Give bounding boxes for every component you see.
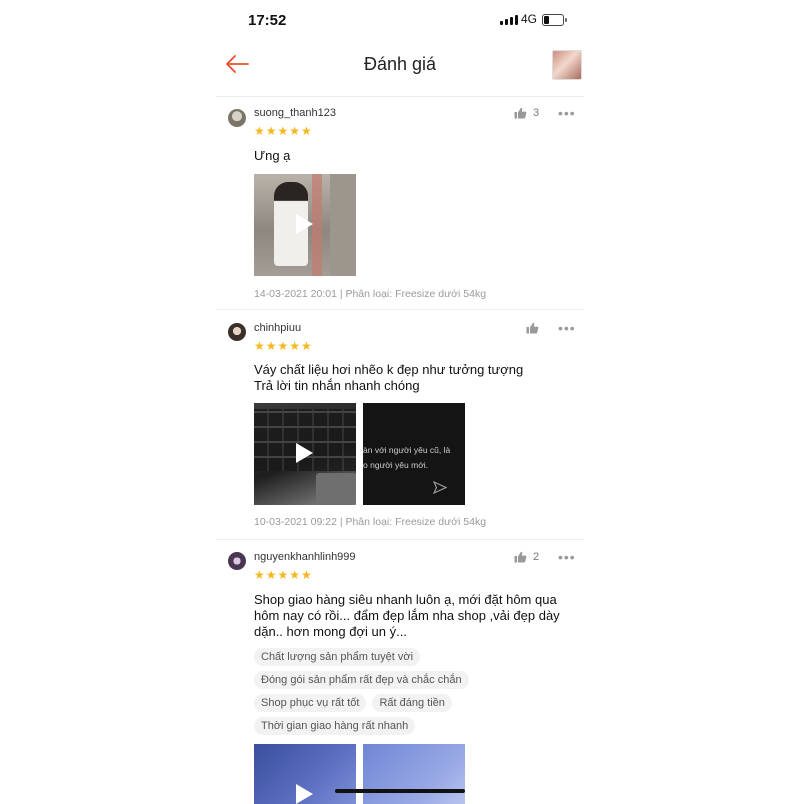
review-image[interactable]: àn với người yêu cũ, là o người yêu mới. (363, 403, 465, 505)
review-text: Váy chất liệu hơi nhẽo k đẹp như tưởng t… (254, 362, 572, 394)
battery-icon (542, 14, 567, 26)
thumbs-up-icon (514, 107, 527, 119)
thumbs-up-icon (514, 551, 527, 563)
product-thumbnail[interactable] (552, 50, 582, 80)
review-username[interactable]: suong_thanh123 (254, 107, 336, 119)
review-username[interactable]: chinhpiuu (254, 322, 301, 334)
review-text: Shop giao hàng siêu nhanh luôn ạ, mới đặ… (254, 592, 572, 640)
play-icon (296, 443, 313, 463)
review-video[interactable] (254, 744, 356, 804)
more-options-icon[interactable]: ••• (558, 105, 576, 121)
review-meta: 10-03-2021 09:22 | Phân loại: Freesize d… (254, 516, 487, 528)
page-title: Đánh giá (363, 54, 437, 74)
avatar[interactable] (228, 552, 246, 570)
review-text-line: Trả lời tin nhắn nhanh chóng (254, 378, 420, 393)
thumbs-up-icon (526, 322, 539, 334)
home-indicator (335, 789, 465, 793)
review-tag: Thời gian giao hàng rất nhanh (254, 717, 416, 735)
review-item: chinhpiuu ••• ★★★★★ Váy chất liệu hơi nh… (216, 310, 584, 540)
play-icon (296, 214, 313, 234)
review-username[interactable]: nguyenkhanhlinh999 (254, 551, 356, 563)
review-tag: Chất lượng sản phẩm tuyệt vời (254, 648, 421, 666)
avatar[interactable] (228, 323, 246, 341)
phone-screen: 17:52 4G Đánh giá suong_thanh123 3 ••• ★… (216, 0, 584, 804)
review-tag: Shop phục vụ rất tốt (254, 694, 367, 712)
review-image[interactable] (363, 744, 465, 804)
review-text-line: hôm nay có rồi... đẩm đẹp lắm nha shop ,… (254, 608, 560, 623)
status-time: 17:52 (248, 12, 287, 29)
like-button[interactable]: 2 (514, 551, 539, 563)
rating-stars: ★★★★★ (254, 124, 313, 138)
status-bar: 17:52 4G (216, 0, 584, 40)
review-text: Ưng ạ (254, 148, 291, 163)
review-text-line: Váy chất liệu hơi nhẽo k đẹp như tưởng t… (254, 362, 524, 377)
network-type: 4G (521, 12, 538, 26)
review-text-line: dặn.. hơn mong đợi un ý... (254, 624, 407, 639)
header: Đánh giá (216, 44, 584, 97)
more-options-icon[interactable]: ••• (558, 549, 576, 565)
rating-stars: ★★★★★ (254, 568, 313, 582)
signal-icon (500, 15, 518, 25)
review-tag: Đóng gói sản phẩm rất đẹp và chắc chắn (254, 671, 469, 689)
review-item: nguyenkhanhlinh999 2 ••• ★★★★★ Shop giao… (216, 540, 584, 804)
image-caption: àn với người yêu cũ, là o người yêu mới. (363, 445, 451, 470)
review-meta: 14-03-2021 20:01 | Phân loại: Freesize d… (254, 288, 487, 300)
like-count: 3 (533, 107, 540, 119)
like-count: 2 (533, 551, 540, 563)
like-button[interactable] (526, 322, 539, 334)
play-icon (296, 784, 313, 804)
review-text-line: Shop giao hàng siêu nhanh luôn ạ, mới đặ… (254, 592, 557, 607)
review-tag: Rất đáng tiền (372, 694, 452, 712)
avatar[interactable] (228, 109, 246, 127)
review-video[interactable] (254, 174, 356, 276)
review-video[interactable] (254, 403, 356, 505)
review-item: suong_thanh123 3 ••• ★★★★★ Ưng ạ 14-03-2… (216, 97, 584, 310)
send-icon (433, 481, 447, 494)
more-options-icon[interactable]: ••• (558, 320, 576, 336)
review-tags: Chất lượng sản phẩm tuyệt vời Đóng gói s… (254, 648, 574, 735)
rating-stars: ★★★★★ (254, 339, 313, 353)
like-button[interactable]: 3 (514, 107, 539, 119)
